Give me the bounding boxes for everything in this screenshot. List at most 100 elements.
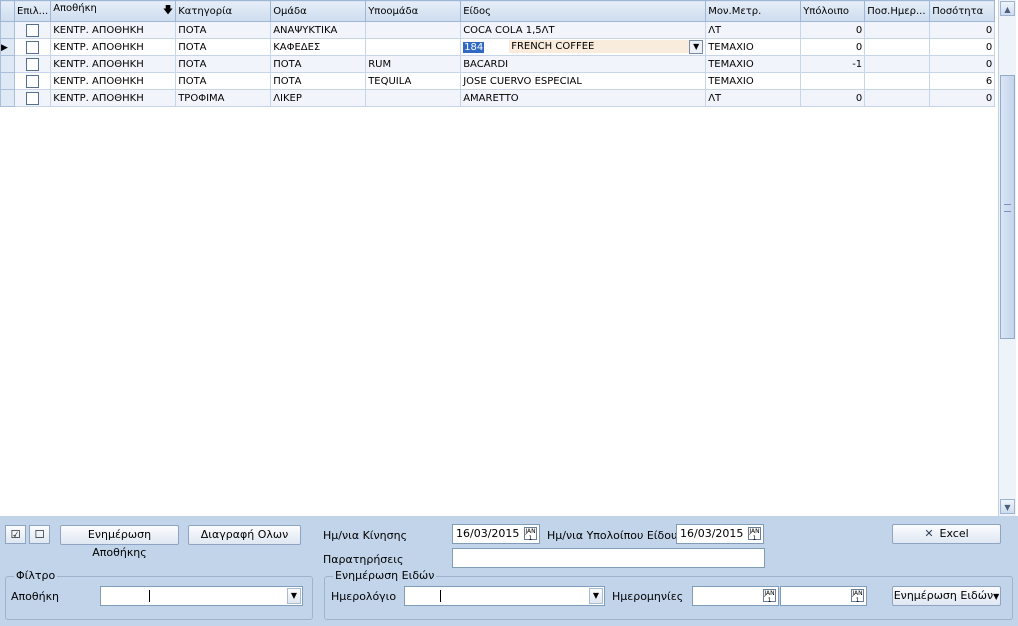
col-header-qty[interactable]: Ποσότητα — [929, 0, 996, 22]
cell-group[interactable]: ΛΙΚΕΡ — [270, 89, 367, 107]
cell-store[interactable]: ΚΕΝΤΡ. ΑΠΟΘΗΚΗ — [50, 38, 177, 56]
col-header-select[interactable]: Επιλ... — [13, 0, 52, 22]
cell-unit[interactable]: ΤΕΜΑΧΙΟ — [705, 55, 802, 73]
cell-balance[interactable]: -1 — [800, 55, 866, 73]
table-row[interactable]: ΚΕΝΤΡ. ΑΠΟΘΗΚΗ ΠΟΤΑ ΠΟΤΑ RUM BACARDI ΤΕΜ… — [0, 55, 996, 73]
table-row[interactable]: ΚΕΝΤΡ. ΑΠΟΘΗΚΗ ΠΟΤΑ ΠΟΤΑ TEQUILA JOSE CU… — [0, 72, 996, 90]
col-header-group[interactable]: Ομάδα — [270, 0, 367, 22]
cell-qty[interactable]: 0 — [929, 21, 996, 39]
update-store-button[interactable]: Ενημέρωση Αποθήκης — [60, 525, 179, 559]
select-checkbox-cell[interactable] — [13, 89, 52, 107]
cell-day-qty[interactable] — [864, 38, 931, 56]
cell-balance[interactable] — [800, 72, 866, 90]
calendar-icon[interactable]: JAN 1 — [748, 527, 761, 542]
date-from-input[interactable]: JAN 1 — [692, 586, 779, 606]
cell-group[interactable]: ΚΑΦΕΔΕΣ — [270, 38, 367, 56]
col-header-unit[interactable]: Μον.Μετρ. — [705, 0, 802, 22]
calendar-icon[interactable]: JAN 1 — [851, 589, 864, 604]
update-items-button[interactable]: Ενημέρωση Ειδών▼ — [892, 586, 1001, 606]
check-all-button[interactable]: ☑ — [5, 525, 26, 544]
cell-group[interactable]: ΑΝΑΨΥΚΤΙΚΑ — [270, 21, 367, 39]
cell-subgroup[interactable] — [365, 21, 462, 39]
col-header-balance[interactable]: Υπόλοιπο — [800, 0, 866, 22]
cell-category[interactable]: ΠΟΤΑ — [175, 55, 272, 73]
cell-unit[interactable]: ΛΤ — [705, 89, 802, 107]
move-date-input[interactable]: 16/03/2015 JAN 1 — [452, 524, 540, 544]
cell-qty[interactable]: 0 — [929, 55, 996, 73]
table-row[interactable]: ΚΕΝΤΡ. ΑΠΟΘΗΚΗ ΠΟΤΑ ΑΝΑΨΥΚΤΙΚΑ COCA COLA… — [0, 21, 996, 39]
cell-group[interactable]: ΠΟΤΑ — [270, 55, 367, 73]
calendar-icon[interactable]: JAN 1 — [763, 589, 776, 604]
uncheck-all-button[interactable]: ☐ — [29, 525, 50, 544]
cell-qty[interactable]: 6 — [929, 72, 996, 90]
cell-category[interactable]: ΠΟΤΑ — [175, 21, 272, 39]
row-indicator[interactable] — [0, 21, 15, 39]
row-indicator[interactable]: ▶ — [0, 38, 15, 56]
select-checkbox[interactable] — [26, 23, 40, 37]
col-header-store[interactable]: Αποθήκη 🡇 — [50, 0, 177, 22]
item-name-lookup[interactable]: FRENCH COFFEE — [509, 40, 694, 53]
balance-date-input[interactable]: 16/03/2015 JAN 1 — [676, 524, 764, 544]
cell-day-qty[interactable] — [864, 89, 931, 107]
cell-balance[interactable]: 0 — [800, 21, 866, 39]
cell-store[interactable]: ΚΕΝΤΡ. ΑΠΟΘΗΚΗ — [50, 72, 177, 90]
cell-category[interactable]: ΠΟΤΑ — [175, 72, 272, 90]
scroll-up-icon[interactable]: ▲ — [1000, 1, 1015, 16]
select-checkbox-cell[interactable] — [13, 38, 52, 56]
cell-day-qty[interactable] — [864, 72, 931, 90]
chevron-down-icon[interactable]: ▼ — [589, 588, 603, 604]
vertical-scrollbar[interactable]: ▲ ▼ — [998, 0, 1016, 516]
cell-day-qty[interactable] — [864, 55, 931, 73]
item-code-input[interactable]: 184 — [463, 41, 485, 53]
cell-qty[interactable]: 0 — [929, 38, 996, 56]
cell-group[interactable]: ΠΟΤΑ — [270, 72, 367, 90]
cell-unit[interactable]: ΤΕΜΑΧΙΟ — [705, 38, 802, 56]
cell-category[interactable]: ΤΡΟΦΙΜΑ — [175, 89, 272, 107]
cell-unit[interactable]: ΤΕΜΑΧΙΟ — [705, 72, 802, 90]
col-header-category[interactable]: Κατηγορία — [175, 0, 272, 22]
filter-store-combo[interactable]: ▼ — [100, 586, 303, 606]
cell-item[interactable]: COCA COLA 1,5ΛΤ — [460, 21, 707, 39]
cell-qty[interactable]: 0 — [929, 89, 996, 107]
cell-category[interactable]: ΠΟΤΑ — [175, 38, 272, 56]
cell-store[interactable]: ΚΕΝΤΡ. ΑΠΟΘΗΚΗ — [50, 89, 177, 107]
delete-all-button[interactable]: Διαγραφή Ολων — [188, 525, 301, 545]
row-indicator[interactable] — [0, 55, 15, 73]
col-header-subgroup[interactable]: Υποομάδα — [365, 0, 462, 22]
cell-unit[interactable]: ΛΤ — [705, 21, 802, 39]
scroll-down-icon[interactable]: ▼ — [1000, 499, 1015, 514]
cell-day-qty[interactable] — [864, 21, 931, 39]
cell-subgroup[interactable]: TEQUILA — [365, 72, 462, 90]
row-indicator[interactable] — [0, 72, 15, 90]
row-indicator[interactable] — [0, 89, 15, 107]
cell-item[interactable]: AMARETTO — [460, 89, 707, 107]
select-checkbox[interactable] — [26, 57, 40, 71]
notes-input[interactable] — [452, 548, 765, 568]
chevron-down-icon[interactable]: ▼ — [287, 588, 301, 604]
select-checkbox-cell[interactable] — [13, 21, 52, 39]
select-checkbox[interactable] — [26, 74, 40, 88]
scrollbar-thumb[interactable] — [1000, 75, 1015, 339]
cell-store[interactable]: ΚΕΝΤΡ. ΑΠΟΘΗΚΗ — [50, 21, 177, 39]
select-checkbox[interactable] — [26, 40, 40, 54]
cell-item[interactable]: BACARDI — [460, 55, 707, 73]
cell-balance[interactable]: 0 — [800, 89, 866, 107]
col-header-day-qty[interactable]: Ποσ.Ημερ... — [864, 0, 931, 22]
select-checkbox-cell[interactable] — [13, 55, 52, 73]
cell-subgroup[interactable] — [365, 38, 462, 56]
table-row[interactable]: ΚΕΝΤΡ. ΑΠΟΘΗΚΗ ΤΡΟΦΙΜΑ ΛΙΚΕΡ AMARETTO ΛΤ… — [0, 89, 996, 107]
chevron-down-icon[interactable]: ▼ — [689, 40, 704, 54]
select-checkbox[interactable] — [26, 91, 40, 105]
journal-combo[interactable]: ▼ — [404, 586, 605, 606]
excel-button[interactable]: ✕ Excel — [892, 524, 1001, 544]
cell-item-editor[interactable]: 184 FRENCH COFFEE ▼ — [460, 38, 707, 56]
table-row-current[interactable]: ▶ ΚΕΝΤΡ. ΑΠΟΘΗΚΗ ΠΟΤΑ ΚΑΦΕΔΕΣ 184 FRENCH… — [0, 38, 996, 56]
cell-subgroup[interactable]: RUM — [365, 55, 462, 73]
cell-subgroup[interactable] — [365, 89, 462, 107]
date-to-input[interactable]: JAN 1 — [780, 586, 867, 606]
cell-store[interactable]: ΚΕΝΤΡ. ΑΠΟΘΗΚΗ — [50, 55, 177, 73]
items-grid[interactable]: Επιλ... Αποθήκη 🡇 Κατηγορία Ομάδα Υποομάδ… — [0, 0, 1018, 516]
cell-balance[interactable]: 0 — [800, 38, 866, 56]
cell-item[interactable]: JOSE CUERVO ESPECIAL — [460, 72, 707, 90]
select-checkbox-cell[interactable] — [13, 72, 52, 90]
